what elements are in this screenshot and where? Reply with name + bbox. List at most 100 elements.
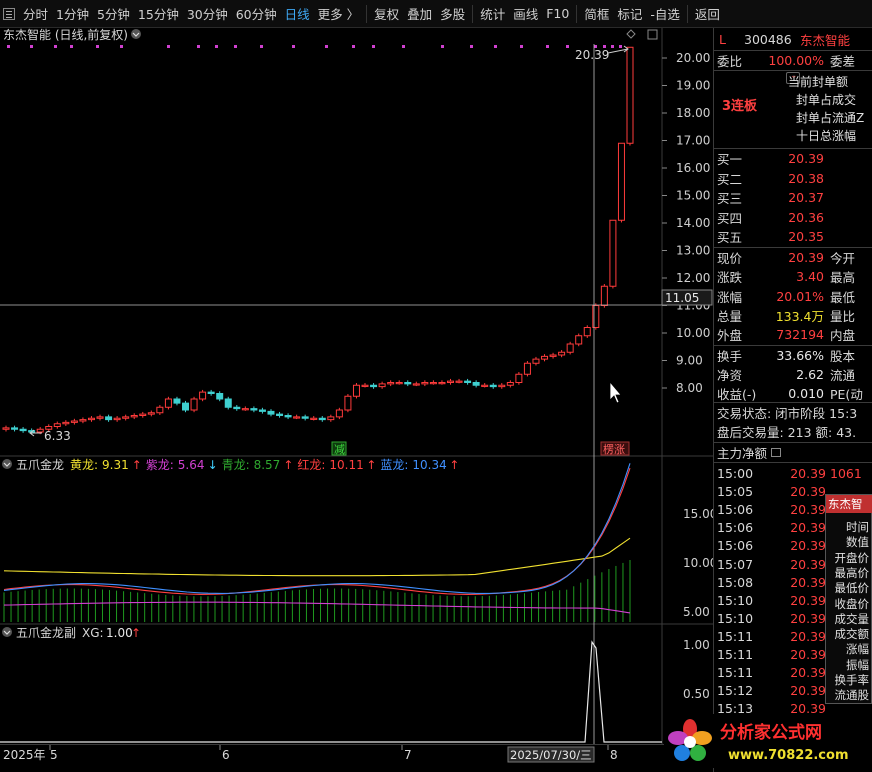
candle-body [523,362,531,375]
stat-label: 收益(-) [717,387,757,402]
x-label-cursor-date: 2025/07/30/三 [510,748,592,762]
candle-body [421,382,429,385]
trade-status: 交易状态: 闭市阶段 15:3 [717,406,858,421]
candle-body [575,335,583,345]
bid-row[interactable]: 买三 20.37 [714,188,872,207]
xg-value: 1.00 [106,626,133,640]
candle-body [241,408,249,411]
toolbar-item[interactable]: 返回 [691,0,724,28]
toolbar-item[interactable]: 复权 [370,0,403,28]
grid-icon[interactable] [771,448,782,457]
limit-info-label: 封单占流通Z [796,111,865,125]
bid-label: 买二 [717,171,743,187]
toolbar-item[interactable]: 60分钟 [232,0,281,28]
toolbar-item[interactable]: -自选 [646,0,684,28]
indicator1-legend-arrow: ↑ [366,458,376,472]
bid-label: 买五 [717,230,743,245]
candle-body [481,384,489,387]
diamond-icon[interactable] [626,29,636,39]
toolbar-item[interactable]: 5分钟 [93,0,134,28]
toolbar-item[interactable]: 分时 [19,0,52,28]
bid-label: 买四 [717,210,743,226]
popup-field-label: 时间 [846,520,869,534]
candle-body [378,383,386,388]
xg-signal-line [0,640,662,743]
candle-body [62,421,70,425]
indicator1-options-icon[interactable] [2,459,12,469]
signal-dot [619,45,622,48]
toolbar-item[interactable]: 更多 〉 [314,0,363,28]
kline-chart-area[interactable]: 东杰智能 (日线,前复权) 20.00 19.00 18.00 17.00 16.00 1… [0,27,717,744]
high-price-label: 20.39 [575,48,609,62]
indicator1-plot [3,463,631,622]
signal-dot [470,45,473,48]
toolbar-item[interactable]: 1分钟 [52,0,93,28]
toolbar-item[interactable]: 画线 [509,0,542,28]
bid-price: 20.37 [788,190,824,205]
stat-label: 总量 [717,308,743,324]
signal-dot [54,45,57,48]
candle-body [267,410,275,415]
bid-row[interactable]: 买二 20.38 [714,169,872,188]
toolbar-item[interactable]: 叠加 [403,0,436,28]
candle-body [429,382,437,385]
price-tick: 13.00 [676,244,710,258]
price-tick: 8.00 [676,381,703,395]
price-tick: 15.00 [676,189,710,203]
candle-body [310,417,318,420]
signal-dot [546,45,549,48]
popup-field-label: 换手率 [834,673,870,687]
tick-price: 20.39 [790,538,826,554]
popup-field-label: 开盘价 [834,550,870,565]
signal-dot [234,45,237,48]
toolbar-item[interactable]: 30分钟 [183,0,232,28]
stat-label2: 今开 [830,251,856,266]
candle-body [395,382,403,385]
stat-value: 732194 [776,327,824,343]
candle-body [318,417,326,421]
x-label-year: 2025年 [3,748,46,762]
candle-body [472,382,480,386]
signal-dot [352,45,355,48]
toolbar-item[interactable]: F10 [542,0,573,28]
indicator2-options-icon[interactable] [2,627,12,637]
candle-body [532,358,540,364]
tick-time: 15:12 [717,683,754,699]
candle-body [53,423,61,427]
panel-toggle-icon[interactable] [647,29,658,40]
toolbar-item[interactable]: 统计 [476,0,509,28]
weibi-value: 100.00% [768,53,824,68]
bid-row[interactable]: 买一 20.39 [714,149,872,168]
kline-chart-svg[interactable]: 东杰智能 (日线,前复权) 20.00 19.00 18.00 17.00 16.00 1… [0,27,717,744]
menu-icon[interactable] [3,7,15,20]
bid-price: 20.36 [788,209,824,225]
xg-label: XG: [82,626,104,640]
stat-label: 换手 [717,349,743,364]
signal-dot [566,45,569,48]
toolbar-item[interactable]: 日线 [281,0,314,28]
toolbar-item[interactable]: 简框 [580,0,613,28]
bid-row[interactable]: 买五 20.35 [714,227,872,246]
toolbar-item[interactable]: 标记 [613,0,646,28]
tick-volume: 1061 [830,466,862,481]
signal-dot [611,45,614,48]
toolbar-item[interactable]: 多股 [436,0,469,28]
candle-body [600,285,608,306]
chart-options-icon[interactable] [131,29,141,39]
indicator1-tick: 5.00 [683,605,710,619]
indicator1-legend-arrow: ↑ [449,458,459,472]
bid-row[interactable]: 买四 20.36 [714,208,872,227]
market-prefix: L [719,31,726,47]
tick-price: 20.39 [790,484,826,500]
candle-body [216,393,224,400]
stat-label: 净资 [717,368,743,383]
price-tick: 18.00 [676,106,710,120]
toolbar-item[interactable]: 15分钟 [134,0,183,28]
candle-body [352,384,360,397]
tick-price: 20.39 [790,502,826,518]
price-axis: 20.00 19.00 18.00 17.00 16.00 15.00 14.00 13.00… [662,51,710,395]
signal-dot [96,45,99,48]
bid-price: 20.38 [788,170,824,186]
reduce-tag: 减 [334,443,345,456]
tick-price: 20.39 [790,520,826,536]
